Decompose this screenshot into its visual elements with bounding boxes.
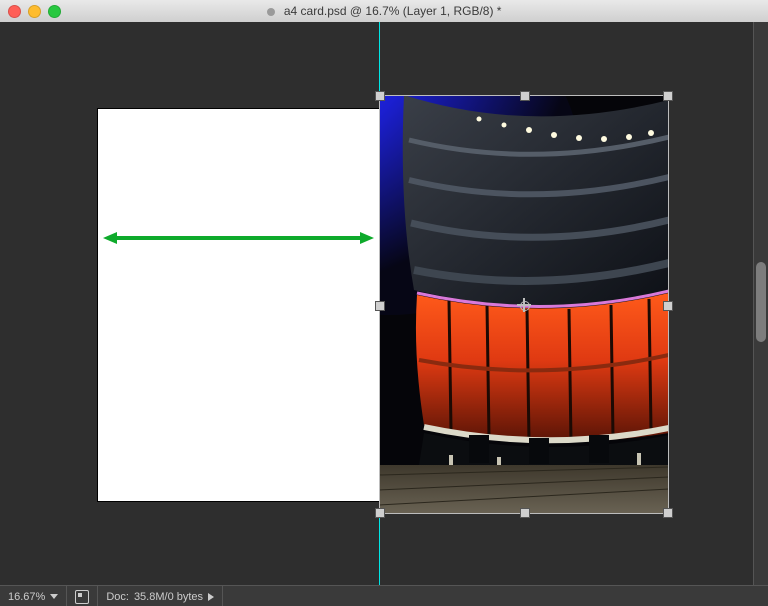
doc-label: Doc:	[106, 591, 129, 603]
minimize-icon[interactable]	[28, 5, 41, 18]
document-canvas[interactable]	[98, 109, 379, 501]
chevron-right-icon[interactable]	[208, 593, 214, 601]
window-titlebar: a4 card.psd @ 16.7% (Layer 1, RGB/8) *	[0, 0, 768, 22]
horizontal-scrollbar[interactable]	[223, 586, 768, 606]
vertical-scrollbar[interactable]	[753, 22, 768, 585]
close-icon[interactable]	[8, 5, 21, 18]
document-workspace[interactable]	[0, 22, 768, 585]
zoom-level[interactable]: 16.67%	[0, 586, 67, 606]
doc-info[interactable]: Doc: 35.8M/0 bytes	[98, 586, 223, 606]
doc-size: 35.8M/0 bytes	[134, 591, 203, 603]
chevron-down-icon[interactable]	[50, 594, 58, 599]
expose-button[interactable]	[67, 586, 98, 606]
traffic-lights	[8, 5, 61, 18]
placed-image-layer[interactable]	[379, 95, 669, 514]
building-photo	[379, 95, 669, 514]
window-title: a4 card.psd @ 16.7% (Layer 1, RGB/8) *	[0, 4, 768, 18]
expose-icon	[75, 590, 89, 604]
status-bar: 16.67% Doc: 35.8M/0 bytes	[0, 585, 768, 606]
scrollbar-thumb[interactable]	[756, 262, 766, 342]
unsaved-indicator-icon	[267, 8, 275, 16]
vertical-guide[interactable]	[379, 22, 380, 585]
zoom-icon[interactable]	[48, 5, 61, 18]
window-title-text: a4 card.psd @ 16.7% (Layer 1, RGB/8) *	[284, 4, 502, 18]
zoom-value: 16.67%	[8, 591, 45, 603]
annotation-arrow-icon	[103, 230, 374, 246]
